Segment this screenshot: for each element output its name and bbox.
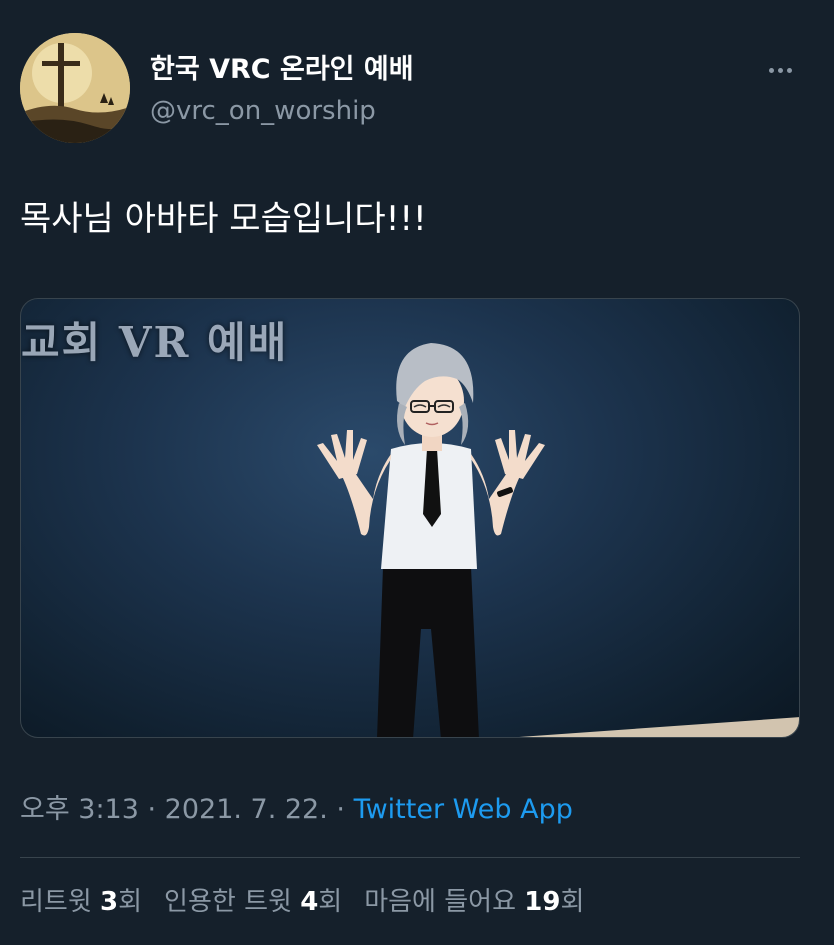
likes-suffix: 회	[560, 887, 585, 917]
tweet-text: 목사님 아바타 모습입니다!!!	[20, 199, 427, 239]
user-handle[interactable]: @vrc_on_worship	[150, 94, 376, 128]
retweets-suffix: 회	[118, 887, 143, 917]
avatar[interactable]	[20, 33, 130, 143]
retweets-count: 3	[100, 887, 119, 917]
cross-sunset-avatar	[20, 33, 130, 143]
more-horizontal-icon	[768, 67, 774, 73]
quotes-suffix: 회	[318, 887, 343, 917]
tweet-stats: 리트윗 3회 인용한 트윗 4회 마음에 들어요 19회	[20, 882, 584, 922]
tweet-media[interactable]: 교회 VR 예배	[20, 298, 800, 738]
retweets-label: 리트윗	[20, 887, 101, 917]
likes-label: 마음에 들어요	[364, 887, 525, 917]
quotes-stat[interactable]: 인용한 트윗 4회	[164, 882, 342, 922]
quotes-count: 4	[300, 887, 319, 917]
meta-separator: ·	[138, 794, 165, 825]
meta-separator: ·	[327, 794, 354, 825]
media-caption: 교회 VR 예배	[21, 318, 289, 367]
tweet-meta: 오후 3:13 · 2021. 7. 22. · Twitter Web App	[20, 790, 573, 830]
quotes-label: 인용한 트윗	[164, 887, 301, 917]
more-options-button[interactable]	[760, 58, 800, 82]
more-horizontal-icon	[786, 67, 792, 73]
tweet-time[interactable]: 오후 3:13	[20, 794, 139, 825]
tweet-source-link[interactable]: Twitter Web App	[354, 794, 573, 825]
likes-count: 19	[524, 887, 561, 917]
likes-stat[interactable]: 마음에 들어요 19회	[364, 882, 584, 922]
retweets-stat[interactable]: 리트윗 3회	[20, 882, 142, 922]
divider	[20, 857, 800, 858]
display-name[interactable]: 한국 VRC 온라인 예배	[150, 52, 414, 88]
more-horizontal-icon	[777, 67, 783, 73]
tweet-date[interactable]: 2021. 7. 22.	[165, 794, 328, 825]
